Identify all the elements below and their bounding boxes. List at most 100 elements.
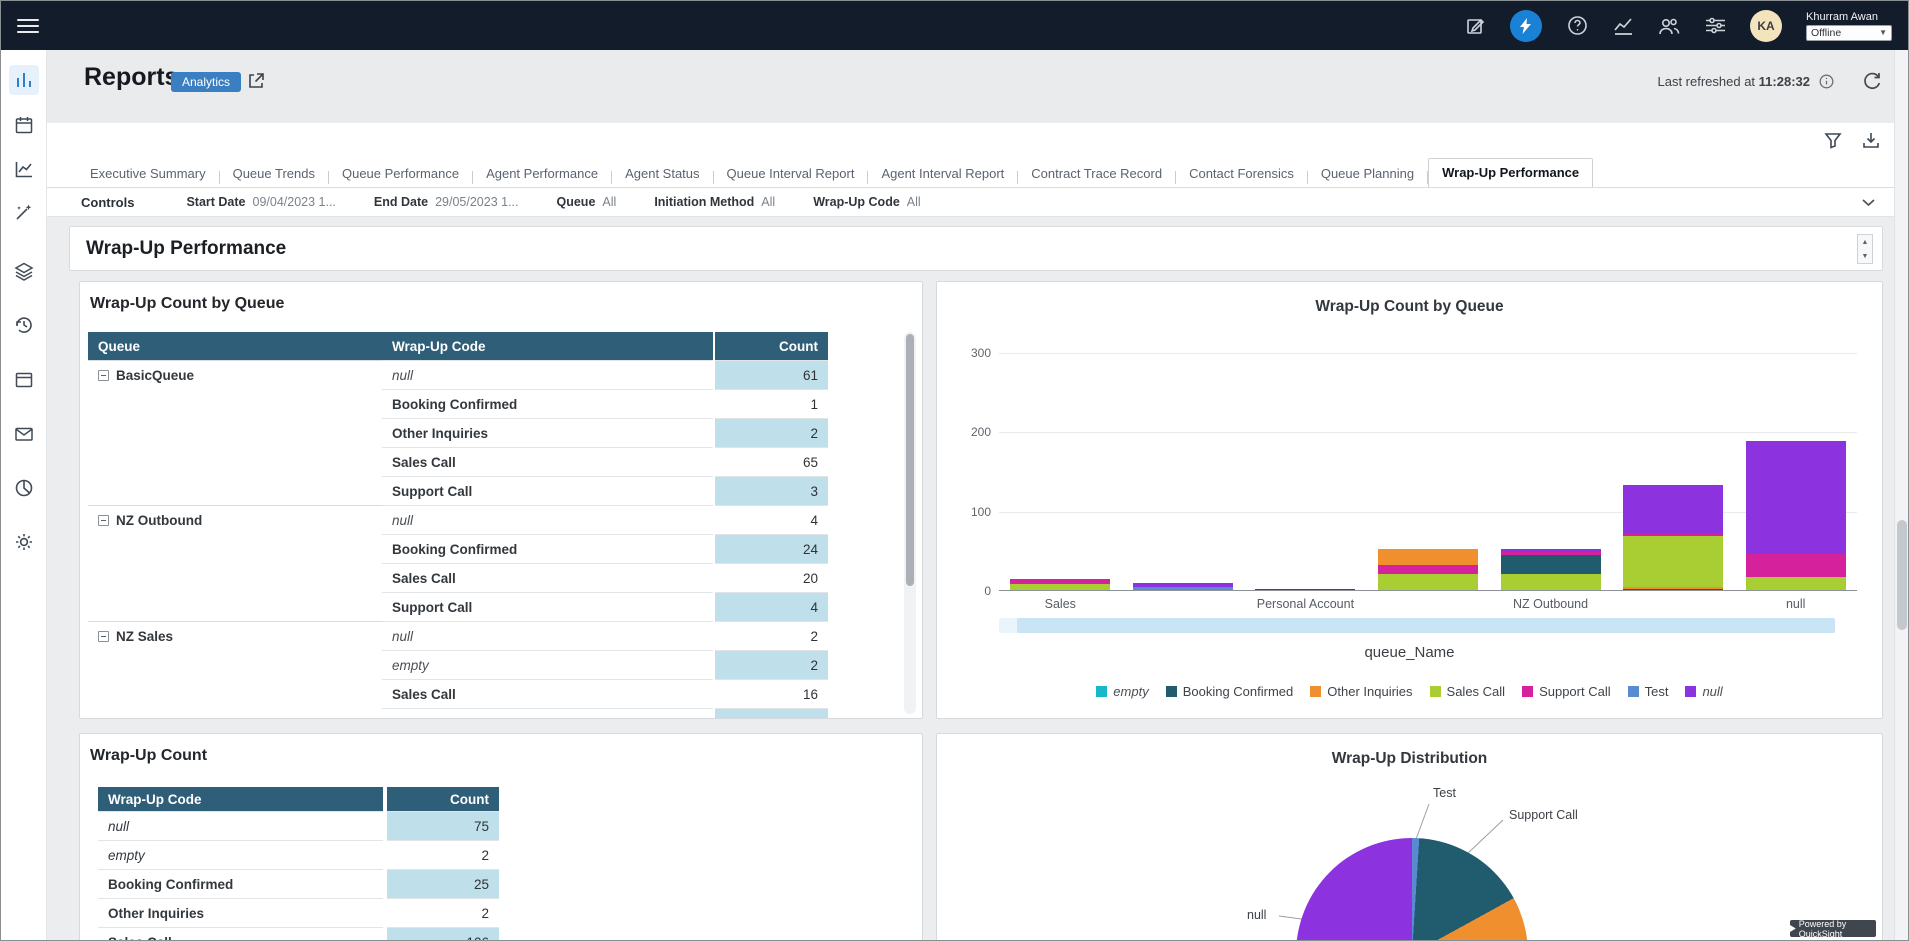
bar-segment-sales-call	[1010, 584, 1110, 590]
filter-wrap-up-code[interactable]: Wrap-Up CodeAll	[813, 195, 920, 209]
legend-item-support-call[interactable]: Support Call	[1522, 684, 1611, 699]
queue-cell	[88, 679, 382, 708]
bar-NZ Outbound[interactable]	[1501, 549, 1601, 590]
filter-start-date[interactable]: Start Date09/04/2023 1...	[186, 195, 335, 209]
count-cell: 16	[715, 679, 828, 708]
legend-label: Support Call	[1539, 684, 1611, 699]
tab-agent-performance[interactable]: Agent Performance	[473, 160, 611, 189]
export-icon[interactable]	[1862, 131, 1880, 149]
tab-queue-interval-report[interactable]: Queue Interval Report	[714, 160, 868, 189]
legend-label: Other Inquiries	[1327, 684, 1412, 699]
lightning-icon[interactable]	[1510, 10, 1542, 42]
bar-segment-other-inquiries	[1378, 549, 1478, 565]
sheet-scroll-buttons[interactable]: ▲▼	[1857, 234, 1873, 264]
collapse-icon[interactable]	[98, 370, 109, 381]
table-row: Other Inquiries2	[98, 898, 499, 927]
queue-cell[interactable]: BasicQueue	[88, 360, 382, 389]
tab-contact-forensics[interactable]: Contact Forensics	[1176, 160, 1307, 189]
wrapup-code-cell: Booking Confirmed	[382, 389, 713, 418]
wrapup-code-cell: Booking Confirmed	[98, 869, 383, 898]
sidebar-item-gear[interactable]	[9, 527, 39, 557]
sidebar-item-calendar[interactable]	[9, 110, 39, 140]
last-refreshed-time: 11:28:32	[1759, 74, 1810, 89]
tab-queue-performance[interactable]: Queue Performance	[329, 160, 472, 189]
collapse-icon[interactable]	[98, 515, 109, 526]
legend-item-null[interactable]: null	[1685, 684, 1722, 699]
external-link-icon[interactable]	[247, 72, 265, 90]
sidebar-item-layers[interactable]	[9, 256, 39, 286]
filter-end-date[interactable]: End Date29/05/2023 1...	[374, 195, 519, 209]
bar-null[interactable]	[1746, 441, 1846, 590]
wrapup-code-cell: empty	[98, 840, 383, 869]
tab-contract-trace-record[interactable]: Contract Trace Record	[1018, 160, 1175, 189]
agent-status-value: Offline	[1811, 27, 1841, 39]
hamburger-menu-icon[interactable]	[17, 15, 39, 35]
legend-swatch	[1522, 686, 1533, 697]
bar-segment-sales-call	[1378, 574, 1478, 590]
queue-cell	[88, 592, 382, 621]
settings-sliders-icon[interactable]	[1704, 15, 1726, 37]
page-scrollbar[interactable]	[1894, 50, 1908, 940]
compose-note-icon[interactable]	[1464, 15, 1486, 37]
tab-agent-status[interactable]: Agent Status	[612, 160, 712, 189]
chart-zoom-scrollbar[interactable]	[999, 618, 1835, 633]
filter-icon[interactable]	[1824, 131, 1842, 149]
last-refreshed: Last refreshed at 11:28:32	[1657, 74, 1834, 89]
bar-segment-sales-call	[1746, 577, 1846, 590]
analytics-badge[interactable]: Analytics	[171, 72, 241, 92]
info-icon[interactable]	[1819, 74, 1834, 89]
count-cell: 61	[715, 360, 828, 389]
help-icon[interactable]	[1566, 15, 1588, 37]
legend-item-booking-confirmed[interactable]: Booking Confirmed	[1166, 684, 1294, 699]
chevron-down-icon[interactable]	[1861, 196, 1876, 209]
sidebar-item-reports[interactable]	[9, 65, 39, 95]
bar-unlabeled[interactable]	[1623, 485, 1723, 590]
agent-status-select[interactable]: Offline ▼	[1806, 25, 1892, 41]
avatar[interactable]: KA	[1750, 10, 1782, 42]
tab-queue-trends[interactable]: Queue Trends	[220, 160, 328, 189]
sidebar-item-pie-insights[interactable]	[9, 473, 39, 503]
sidebar-item-history[interactable]	[9, 310, 39, 340]
sidebar-item-mail[interactable]	[9, 419, 39, 449]
bar-Personal Account[interactable]	[1255, 589, 1355, 590]
queue-cell[interactable]: NZ Sales	[88, 621, 382, 650]
count-cell: 2	[715, 650, 828, 679]
sidebar-item-routing-wand[interactable]	[9, 197, 39, 227]
metrics-icon[interactable]	[1612, 15, 1634, 37]
agents-icon[interactable]	[1658, 15, 1680, 37]
count-table-title: Wrap-Up Count	[90, 747, 207, 765]
queue-cell	[88, 563, 382, 592]
bar-unlabeled[interactable]	[1133, 583, 1233, 590]
legend-item-empty[interactable]: empty	[1096, 684, 1148, 699]
filter-value: All	[602, 195, 616, 209]
queue-cell[interactable]: NZ Outbound	[88, 505, 382, 534]
tab-agent-interval-report[interactable]: Agent Interval Report	[868, 160, 1017, 189]
table-scrollbar-thumb[interactable]	[906, 334, 914, 586]
column-header-wrapup-code[interactable]: Wrap-Up Code	[382, 332, 713, 360]
table-scrollbar[interactable]	[904, 332, 916, 714]
bar-Sales[interactable]	[1010, 579, 1110, 590]
column-header-wrapup-code[interactable]: Wrap-Up Code	[98, 787, 383, 811]
legend-item-sales-call[interactable]: Sales Call	[1430, 684, 1506, 699]
column-header-queue[interactable]: Queue	[88, 332, 382, 360]
filter-queue[interactable]: QueueAll	[557, 195, 617, 209]
column-header-count[interactable]: Count	[715, 332, 828, 360]
collapse-icon[interactable]	[98, 631, 109, 642]
filter-initiation-method[interactable]: Initiation MethodAll	[654, 195, 775, 209]
filter-value: All	[761, 195, 775, 209]
legend-item-test[interactable]: Test	[1628, 684, 1669, 699]
page-scrollbar-thumb[interactable]	[1897, 520, 1907, 630]
tab-executive-summary[interactable]: Executive Summary	[77, 160, 219, 189]
refresh-icon[interactable]	[1862, 71, 1882, 91]
sidebar-item-workspace[interactable]	[9, 365, 39, 395]
tab-wrap-up-performance[interactable]: Wrap-Up Performance	[1428, 158, 1593, 190]
legend-item-other-inquiries[interactable]: Other Inquiries	[1310, 684, 1412, 699]
pivot-table-panel: Wrap-Up Count by Queue Queue Wrap-Up Cod…	[79, 281, 923, 719]
chart-zoom-thumb[interactable]	[1017, 618, 1835, 633]
sidebar-item-analytics[interactable]	[9, 154, 39, 184]
tab-queue-planning[interactable]: Queue Planning	[1308, 160, 1427, 189]
column-header-count[interactable]: Count	[387, 787, 499, 811]
pie-chart[interactable]	[1296, 838, 1528, 940]
bar-unlabeled[interactable]	[1378, 549, 1478, 590]
bar-chart-plot	[999, 353, 1857, 591]
